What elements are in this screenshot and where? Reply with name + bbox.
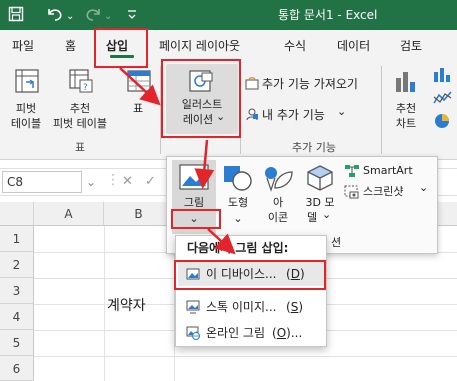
name-box[interactable]: C8 bbox=[2, 171, 82, 193]
online-pictures-icon bbox=[186, 326, 200, 343]
pivot-table-label-1: 피벗 bbox=[15, 102, 37, 115]
tab-data[interactable]: 데이터 bbox=[337, 38, 370, 54]
stock-images-icon bbox=[186, 300, 200, 317]
recommended-charts-icon bbox=[394, 68, 420, 99]
3d-cube-icon bbox=[305, 164, 335, 195]
stock-images-label: 스톡 이미지... bbox=[206, 300, 277, 314]
table-group-label: 표 bbox=[74, 141, 86, 154]
picture-icon bbox=[179, 164, 209, 193]
column-header-b[interactable]: B bbox=[104, 202, 174, 226]
pivot-table-label-2: 테이블 bbox=[10, 117, 42, 130]
menu-item-stock-images[interactable]: 스톡 이미지... (S) bbox=[178, 296, 324, 318]
table-label: 표 bbox=[132, 102, 144, 115]
3d-models-label-1: 3D 모 bbox=[305, 196, 335, 209]
recommended-charts-label-1: 추천 bbox=[395, 102, 417, 115]
shapes-label: 도형 bbox=[227, 196, 249, 209]
3d-models-label-2: 델 bbox=[306, 211, 318, 224]
annotation-box-insert-tab bbox=[94, 28, 148, 68]
pie-chart-icon[interactable] bbox=[432, 112, 454, 133]
annotation-box-picture-dropdown bbox=[171, 209, 221, 229]
3d-models-dropdown-icon: ⌄ bbox=[322, 208, 332, 221]
row-header-5[interactable]: 5 bbox=[0, 330, 34, 356]
screenshot-label: 스크린샷 bbox=[363, 185, 404, 198]
illustrations-group-label-partial: 션 bbox=[331, 236, 342, 249]
smartart-icon bbox=[344, 164, 360, 181]
tab-review[interactable]: 검토 bbox=[400, 38, 422, 54]
icons-button[interactable]: 아 이콘 bbox=[260, 160, 296, 234]
customize-toolbar-icon[interactable] bbox=[126, 8, 138, 24]
recommended-charts-button[interactable]: 추천 차트 bbox=[386, 66, 426, 138]
cell-b4[interactable]: 계약자 bbox=[107, 297, 146, 315]
save-icon[interactable] bbox=[8, 6, 24, 25]
shapes-button[interactable]: 도형 ⌄ bbox=[220, 160, 256, 234]
column-chart-icon[interactable] bbox=[432, 66, 454, 87]
get-addins-label: 추가 기능 가져오기 bbox=[262, 77, 358, 91]
row-header-4[interactable]: 4 bbox=[0, 304, 34, 330]
row-header-2[interactable]: 2 bbox=[0, 252, 34, 278]
3d-models-button[interactable]: 3D 모 델 ⌄ bbox=[300, 160, 340, 234]
svg-text:?: ? bbox=[83, 83, 88, 93]
redo-icon[interactable] bbox=[84, 6, 102, 25]
screenshot-icon bbox=[344, 185, 360, 202]
picture-label: 그림 bbox=[183, 196, 205, 209]
get-addins-button[interactable]: 추가 기능 가져오기 bbox=[245, 74, 375, 94]
gridline bbox=[104, 226, 105, 381]
table-icon bbox=[126, 68, 152, 97]
undo-dropdown-icon[interactable]: ⌄ bbox=[66, 9, 74, 25]
window-title: 통합 문서1 - Excel bbox=[278, 8, 378, 22]
icons-label-2: 이콘 bbox=[267, 211, 289, 224]
recommended-pivot-label-2: 피벗 테이블 bbox=[52, 117, 108, 130]
addins-group-label: 추가 기능 bbox=[292, 141, 336, 154]
online-pictures-accelerator: O bbox=[276, 326, 287, 340]
recommended-pivot-label-1: 추천 bbox=[69, 102, 91, 115]
tab-formulas[interactable]: 수식 bbox=[284, 38, 306, 54]
shapes-icon bbox=[222, 164, 254, 195]
insert-picture-menu-header: 다음에서 그림 삽입: bbox=[187, 241, 289, 255]
redo-dropdown-icon[interactable]: ⌄ bbox=[104, 9, 112, 25]
column-header-a[interactable]: A bbox=[34, 202, 104, 226]
screenshot-button[interactable]: 스크린샷 ⌄ bbox=[344, 181, 436, 202]
recommended-pivot-table-button[interactable]: ? 추천 피벗 테이블 bbox=[48, 66, 112, 138]
select-all-corner[interactable] bbox=[0, 202, 34, 226]
confirm-icon[interactable]: ✓ bbox=[145, 174, 156, 189]
icons-label-1: 아 bbox=[272, 196, 284, 209]
recommended-charts-label-2: 차트 bbox=[395, 117, 417, 130]
row-header-6[interactable]: 6 bbox=[0, 356, 34, 381]
menu-item-online-pictures[interactable]: 온라인 그림 (O)... bbox=[178, 322, 324, 344]
gridline bbox=[34, 356, 457, 357]
tab-page-layout[interactable]: 페이지 레이아웃 bbox=[159, 38, 240, 54]
recommended-pivot-icon: ? bbox=[68, 68, 94, 97]
my-addins-button[interactable]: 내 추가 기능 ⌄ bbox=[245, 105, 375, 125]
ribbon-separator bbox=[381, 66, 382, 154]
annotation-box-illustrations bbox=[161, 59, 241, 138]
store-icon bbox=[245, 76, 259, 93]
icons-icon bbox=[262, 164, 294, 195]
table-button[interactable]: 표 bbox=[120, 66, 156, 138]
stock-images-accelerator: S bbox=[290, 300, 299, 314]
row-header-1[interactable]: 1 bbox=[0, 226, 34, 252]
row-header-3[interactable]: 3 bbox=[0, 278, 34, 304]
screenshot-dropdown-icon: ⌄ bbox=[419, 181, 429, 194]
pivot-table-button[interactable]: 피벗 테이블 bbox=[4, 66, 48, 138]
online-pictures-label: 온라인 그림 bbox=[206, 326, 266, 340]
smartart-label: SmartArt bbox=[363, 164, 413, 177]
undo-icon[interactable] bbox=[46, 6, 64, 25]
title-bar: ⌄ ⌄ 통합 문서1 - Excel bbox=[0, 0, 457, 30]
my-addins-dropdown-icon: ⌄ bbox=[337, 105, 347, 118]
online-pictures-ellipsis: ... bbox=[290, 326, 303, 340]
cancel-icon[interactable]: ✕ bbox=[122, 174, 133, 189]
annotation-box-this-device bbox=[174, 260, 326, 290]
tab-file[interactable]: 파일 bbox=[12, 38, 34, 54]
my-addins-icon bbox=[245, 107, 259, 124]
name-box-dropdown-icon[interactable]: ⌄ bbox=[86, 175, 96, 189]
formula-bar-grip-icon: ⋮ bbox=[106, 172, 120, 188]
shapes-dropdown-icon: ⌄ bbox=[233, 212, 243, 225]
smartart-button[interactable]: SmartArt bbox=[344, 163, 434, 179]
pivot-table-icon bbox=[14, 68, 40, 97]
tab-home[interactable]: 홈 bbox=[65, 38, 76, 54]
line-chart-icon[interactable] bbox=[432, 89, 454, 110]
my-addins-label: 내 추가 기능 bbox=[262, 108, 325, 122]
